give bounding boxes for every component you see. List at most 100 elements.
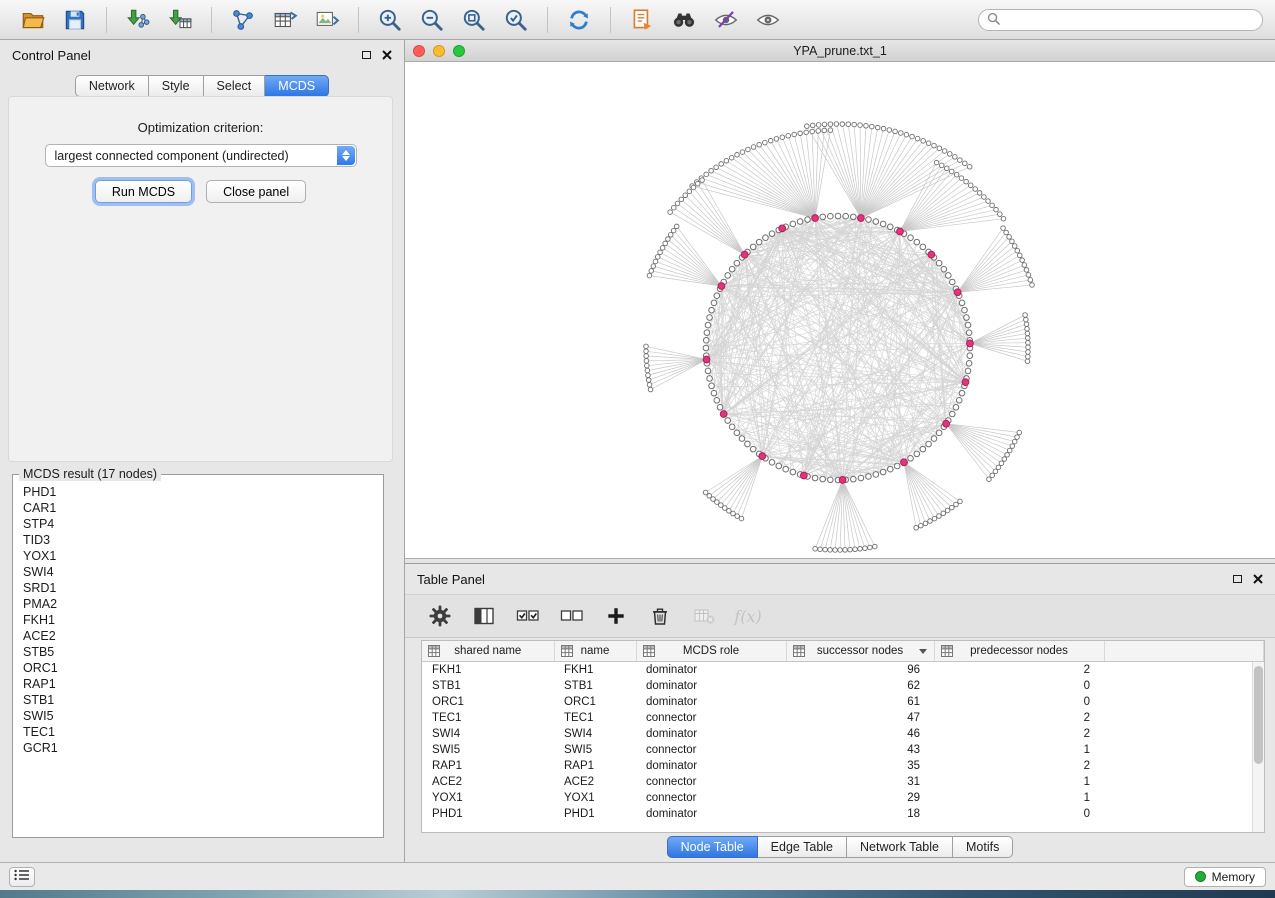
table-tab-node-table[interactable]: Node Table — [667, 836, 758, 858]
import-table-button[interactable] — [159, 4, 201, 36]
mcds-result-item[interactable]: YOX1 — [23, 548, 373, 564]
delete-row-button[interactable] — [643, 600, 677, 632]
table-row[interactable]: ACE2ACE2connector311 — [422, 774, 1264, 790]
column-header-shared_name[interactable]: shared name — [422, 641, 554, 661]
tab-mcds[interactable]: MCDS — [265, 75, 329, 97]
network-graph[interactable] — [405, 62, 1273, 558]
table-row[interactable]: YOX1YOX1connector291 — [422, 790, 1264, 806]
mcds-result-item[interactable]: CAR1 — [23, 500, 373, 516]
cell-name: ACE2 — [554, 774, 636, 790]
mcds-result-item[interactable]: ORC1 — [23, 660, 373, 676]
table-tab-edge-table[interactable]: Edge Table — [758, 836, 847, 858]
cell-predecessor_nodes: 0 — [934, 806, 1104, 822]
criterion-dropdown[interactable]: largest connected component (undirected) — [45, 144, 357, 167]
zoom-selected-button[interactable] — [495, 4, 537, 36]
select-all-button[interactable] — [511, 600, 545, 632]
table-row[interactable]: SWI4SWI4dominator462 — [422, 726, 1264, 742]
cell-successor_nodes: 43 — [786, 742, 934, 758]
task-list-button[interactable] — [9, 867, 35, 887]
tab-select[interactable]: Select — [204, 75, 266, 97]
find-button[interactable] — [663, 4, 705, 36]
table-row[interactable]: FKH1FKH1dominator962 — [422, 661, 1264, 678]
sort-arrow-icon[interactable] — [919, 649, 927, 654]
zoom-fit-button[interactable] — [453, 4, 495, 36]
search-input[interactable] — [1005, 13, 1254, 27]
mcds-result-item[interactable]: ACE2 — [23, 628, 373, 644]
mcds-result-item[interactable]: SRD1 — [23, 580, 373, 596]
hide-selected-button[interactable] — [705, 4, 747, 36]
network-window-titlebar[interactable]: YPA_prune.txt_1 — [405, 40, 1275, 62]
mcds-result-item[interactable]: TID3 — [23, 532, 373, 548]
columns-button[interactable] — [467, 600, 501, 632]
cell-successor_nodes: 96 — [786, 661, 934, 678]
new-network-icon — [230, 7, 256, 33]
table-scrollbar-thumb[interactable] — [1254, 666, 1263, 764]
table-row[interactable]: STB1STB1dominator620 — [422, 678, 1264, 694]
run-mcds-button[interactable]: Run MCDS — [95, 180, 192, 203]
mcds-result-list[interactable]: PHD1CAR1STP4TID3YOX1SWI4SRD1PMA2FKH1ACE2… — [13, 481, 383, 837]
mcds-result-item[interactable]: STB5 — [23, 644, 373, 660]
tab-style[interactable]: Style — [149, 75, 204, 97]
mcds-result-item[interactable]: GCR1 — [23, 740, 373, 756]
zoom-in-button[interactable] — [369, 4, 411, 36]
mcds-result-item[interactable]: RAP1 — [23, 676, 373, 692]
mcds-result-item[interactable]: SWI4 — [23, 564, 373, 580]
cell-shared_name: PHD1 — [422, 806, 554, 822]
cell-predecessor_nodes: 0 — [934, 694, 1104, 710]
refresh-button[interactable] — [558, 4, 600, 36]
close-panel-button[interactable]: Close panel — [206, 180, 306, 203]
table-row[interactable]: RAP1RAP1dominator352 — [422, 758, 1264, 774]
mcds-result-item[interactable]: STB1 — [23, 692, 373, 708]
new-network-button[interactable] — [222, 4, 264, 36]
cell-shared_name: TEC1 — [422, 710, 554, 726]
mcds-result-item[interactable]: PHD1 — [23, 484, 373, 500]
column-header-name[interactable]: name — [554, 641, 636, 661]
import-network-button[interactable] — [117, 4, 159, 36]
show-all-button[interactable] — [747, 4, 789, 36]
column-header-successor_nodes[interactable]: successor nodes — [786, 641, 934, 661]
float-panel-icon[interactable] — [362, 51, 371, 59]
table-scrollbar[interactable] — [1252, 662, 1264, 832]
mcds-result-item[interactable]: SWI5 — [23, 708, 373, 724]
mcds-result-item[interactable]: PMA2 — [23, 596, 373, 612]
mcds-result-item[interactable]: FKH1 — [23, 612, 373, 628]
add-row-button[interactable] — [599, 600, 633, 632]
node-table-header-row: shared name nameMCDS role successor nodes p… — [422, 641, 1264, 661]
column-label: successor nodes — [817, 645, 903, 657]
table-row[interactable]: TEC1TEC1connector472 — [422, 710, 1264, 726]
save-button[interactable] — [54, 4, 96, 36]
column-header-predecessor_nodes[interactable]: predecessor nodes — [934, 641, 1104, 661]
float-table-panel-icon[interactable] — [1233, 575, 1242, 583]
search-box[interactable] — [978, 9, 1263, 31]
cell-mcds_role: dominator — [636, 726, 786, 742]
new-table-button[interactable] — [264, 4, 306, 36]
zoom-out-button[interactable] — [411, 4, 453, 36]
open-file-button[interactable] — [12, 4, 54, 36]
network-canvas[interactable] — [405, 62, 1273, 558]
export-image-button[interactable] — [306, 4, 348, 36]
cell-mcds_role: dominator — [636, 661, 786, 678]
mcds-result-item[interactable]: STP4 — [23, 516, 373, 532]
tab-network[interactable]: Network — [75, 75, 149, 97]
settings-button[interactable] — [423, 600, 457, 632]
clone-network-button[interactable] — [621, 4, 663, 36]
close-table-panel-icon[interactable] — [1253, 574, 1263, 584]
deselect-all-button[interactable] — [555, 600, 589, 632]
column-label: shared name — [454, 645, 521, 657]
delete-table-button — [687, 600, 721, 632]
cell-successor_nodes: 62 — [786, 678, 934, 694]
memory-button[interactable]: Memory — [1184, 867, 1266, 887]
table-row[interactable]: PHD1PHD1dominator180 — [422, 806, 1264, 822]
network-title: YPA_prune.txt_1 — [405, 44, 1275, 58]
close-panel-icon[interactable] — [382, 50, 392, 60]
column-header-mcds_role[interactable]: MCDS role — [636, 641, 786, 661]
main-toolbar — [0, 0, 1275, 40]
cell-predecessor_nodes: 1 — [934, 774, 1104, 790]
table-row[interactable]: SWI5SWI5connector431 — [422, 742, 1264, 758]
table-tab-motifs[interactable]: Motifs — [953, 836, 1013, 858]
mcds-options-panel: Optimization criterion: largest connecte… — [8, 96, 393, 462]
cell-mcds_role: dominator — [636, 694, 786, 710]
table-row[interactable]: ORC1ORC1dominator610 — [422, 694, 1264, 710]
table-tab-network-table[interactable]: Network Table — [847, 836, 953, 858]
mcds-result-item[interactable]: TEC1 — [23, 724, 373, 740]
